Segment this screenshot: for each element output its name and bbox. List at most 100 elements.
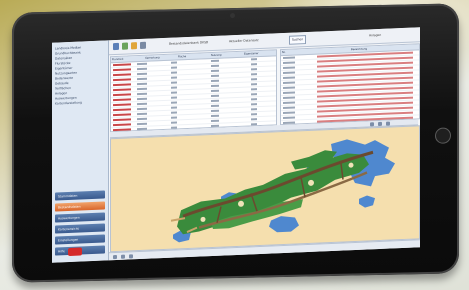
table-cell <box>211 79 219 83</box>
search-button[interactable]: Suchen <box>289 35 307 45</box>
table-cell <box>137 117 147 121</box>
table-cell <box>283 81 295 85</box>
records-table: Flurstück Gemarkung Fläche Nutzung Eigentüme… <box>110 49 277 144</box>
table-cell <box>113 73 131 77</box>
search-icon[interactable] <box>121 254 125 259</box>
sidebar-button[interactable]: Stammdaten <box>55 190 105 201</box>
map-view[interactable] <box>110 125 420 253</box>
home-icon[interactable] <box>113 42 119 51</box>
table-cell <box>171 86 177 89</box>
table-cell <box>113 108 131 112</box>
table-cell <box>137 107 147 111</box>
table-cell <box>211 69 219 73</box>
print-icon[interactable] <box>129 254 133 259</box>
table-cell <box>251 93 257 96</box>
table-cell <box>137 77 147 81</box>
table-cell <box>137 62 147 66</box>
table-cell <box>113 98 131 102</box>
table-cell <box>251 118 257 121</box>
table-cell <box>251 123 257 126</box>
table-cell <box>171 66 177 69</box>
table-cell <box>211 99 219 103</box>
table-cell <box>137 82 147 86</box>
table-cell <box>113 68 131 72</box>
exit-button[interactable] <box>68 247 82 257</box>
table-cell <box>283 116 295 120</box>
window-title: Bestandsdatenbank DKSB <box>169 40 209 46</box>
table-cell <box>211 119 219 123</box>
table-cell <box>251 88 257 91</box>
table-cell <box>113 63 131 67</box>
table-cell <box>251 68 257 71</box>
table-cell <box>283 66 295 70</box>
table-cell <box>251 108 257 111</box>
record-label: Aktueller Datensatz <box>229 38 259 44</box>
table-cell <box>211 124 219 128</box>
table-cell <box>171 126 177 129</box>
table-cell <box>283 61 295 65</box>
table-cell <box>113 93 131 97</box>
sidebar-button[interactable]: Bestandsdaten <box>55 201 105 212</box>
table-cell <box>171 116 177 119</box>
table-cell <box>211 109 219 113</box>
table-cell <box>137 87 147 91</box>
table-cell <box>171 121 177 124</box>
table-cell <box>137 92 147 96</box>
table-cell <box>113 88 131 92</box>
table-cell <box>283 91 295 95</box>
table-cell <box>283 96 295 100</box>
table-cell <box>251 113 257 116</box>
zoom-in-icon[interactable] <box>370 121 374 126</box>
table-cell <box>283 56 295 60</box>
save-icon[interactable] <box>140 41 146 50</box>
forward-icon[interactable] <box>131 42 137 50</box>
table-cell <box>171 106 177 109</box>
zoom-out-icon[interactable] <box>378 121 382 126</box>
table-cell <box>211 94 219 98</box>
table-cell <box>283 106 295 110</box>
table-cell <box>171 61 177 64</box>
table-cell <box>283 76 295 80</box>
table-cell <box>251 73 257 76</box>
print-icon[interactable] <box>386 121 390 126</box>
home-button[interactable] <box>435 127 451 144</box>
table-cell <box>171 71 177 74</box>
table-cell <box>211 114 219 118</box>
table-cell <box>137 112 147 116</box>
table-cell <box>137 97 147 101</box>
table-cell <box>251 98 257 101</box>
table-cell <box>211 104 219 108</box>
table-cell <box>171 81 177 84</box>
table-cell <box>113 78 131 82</box>
table-cell <box>283 86 295 90</box>
sidebar-item[interactable]: Kartendarstellung <box>55 99 105 106</box>
map-drawing <box>170 139 395 243</box>
table-cell <box>283 101 295 105</box>
table-cell <box>113 103 131 107</box>
table-cell <box>251 63 257 66</box>
water-area <box>269 216 299 233</box>
stop-icon[interactable] <box>113 254 117 260</box>
table-cell <box>283 111 295 115</box>
sidebar-button[interactable]: Einstellungen <box>55 234 105 245</box>
table-cell <box>211 89 219 93</box>
table-cell <box>211 74 219 78</box>
table-cell <box>283 71 295 75</box>
table-cell <box>171 111 177 114</box>
sidebar-list: Landkreis Meißen Grundbuchbezirk Datensätz… <box>55 44 105 106</box>
table-cell <box>251 58 257 61</box>
table-cell <box>137 67 147 71</box>
back-icon[interactable] <box>122 42 128 50</box>
table-cell <box>137 72 147 76</box>
table-cell <box>171 96 177 99</box>
table-cell <box>251 103 257 106</box>
tablet-device: Landkreis Meißen Grundbuchbezirk Datensätz… <box>12 3 459 283</box>
table-cell <box>171 76 177 79</box>
sidebar: Landkreis Meißen Grundbuchbezirk Datensätz… <box>52 40 109 263</box>
detail-table: Nr. Bezeichnung <box>280 43 420 127</box>
table-cell <box>137 102 147 106</box>
table-cell <box>113 113 131 117</box>
table-cell <box>113 123 131 127</box>
sidebar-button[interactable]: Kartenansicht <box>55 223 105 234</box>
sidebar-button[interactable]: Auswertungen <box>55 212 105 223</box>
